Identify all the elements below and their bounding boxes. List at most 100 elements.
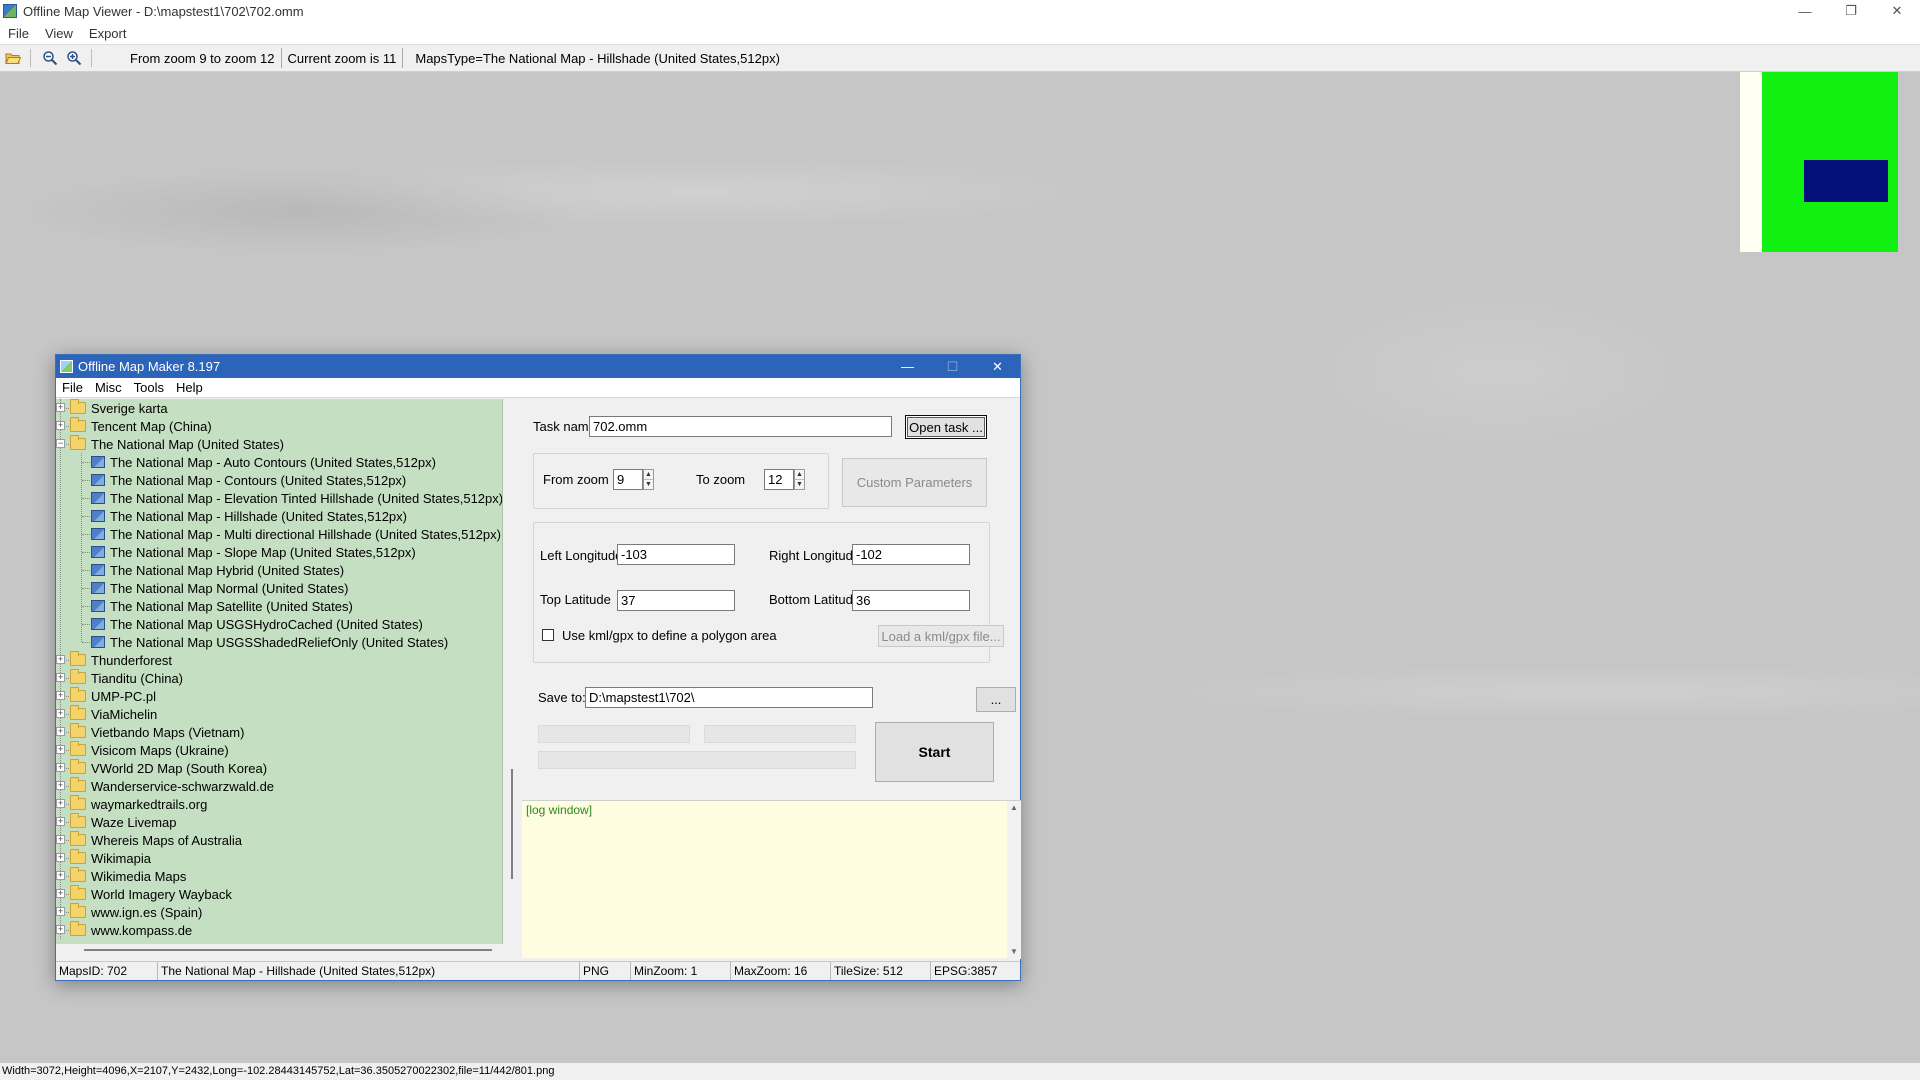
tree-folder-item[interactable]: UMP-PC.pl [70,687,156,705]
tree-folder-item[interactable]: www.kompass.de [70,921,192,939]
tree-map-item[interactable]: The National Map Normal (United States) [91,579,348,597]
dialog-minimize-button[interactable]: — [885,355,930,378]
tree-folder-item[interactable]: ViaMichelin [70,705,157,723]
scroll-up-icon[interactable]: ▲ [1007,801,1021,815]
to-zoom-input[interactable]: 12 [764,469,794,490]
tree-folder-item[interactable]: The National Map (United States) [70,435,284,453]
overview-viewport[interactable] [1804,160,1888,202]
tree-map-item[interactable]: The National Map - Slope Map (United Sta… [91,543,416,561]
dialog-menu-file[interactable]: File [56,380,89,395]
spin-up-icon[interactable]: ▲ [644,470,653,480]
expand-icon[interactable]: + [56,799,65,808]
expand-icon[interactable]: + [56,727,65,736]
restore-button[interactable]: ❐ [1828,0,1874,22]
browse-save-button[interactable]: ... [976,687,1016,712]
log-scrollbar[interactable]: ▲ ▼ [1007,801,1021,959]
left-longitude-input[interactable]: -103 [617,544,735,565]
expand-icon[interactable]: + [56,403,65,412]
dialog-close-button[interactable]: ✕ [975,355,1020,378]
tree-folder-item[interactable]: Waze Livemap [70,813,177,831]
tree-map-item[interactable]: The National Map USGSHydroCached (United… [91,615,423,633]
expand-icon[interactable]: + [56,673,65,682]
zoom-out-button[interactable] [39,47,61,69]
from-zoom-input[interactable]: 9 [613,469,643,490]
close-button[interactable]: ✕ [1874,0,1920,22]
tree-folder-item[interactable]: Tianditu (China) [70,669,183,687]
overview-minimap[interactable] [1740,72,1898,252]
map-layer-icon [91,510,105,522]
expand-icon[interactable]: + [56,763,65,772]
expand-icon[interactable]: + [56,655,65,664]
expand-icon[interactable]: + [56,781,65,790]
bottom-latitude-input[interactable]: 36 [852,590,970,611]
expand-icon[interactable]: + [56,691,65,700]
custom-parameters-button[interactable]: Custom Parameters [842,458,987,507]
start-button[interactable]: Start [875,722,994,782]
expand-icon[interactable]: + [56,421,65,430]
tree-folder-item[interactable]: www.ign.es (Spain) [70,903,202,921]
menu-view[interactable]: View [37,26,81,41]
tree-map-item[interactable]: The National Map - Hillshade (United Sta… [91,507,407,525]
dialog-menu-tools[interactable]: Tools [128,380,170,395]
tree-folder-item[interactable]: Visicom Maps (Ukraine) [70,741,229,759]
task-name-input[interactable]: 702.omm [589,416,892,437]
menu-file[interactable]: File [0,26,37,41]
expand-icon[interactable]: + [56,925,65,934]
tree-horizontal-scrollbar[interactable] [56,944,520,958]
load-kml-button[interactable]: Load a kml/gpx file... [878,625,1004,647]
open-folder-button[interactable] [2,47,24,69]
save-path-input[interactable]: D:\mapstest1\702\ [585,687,873,708]
tree-map-item[interactable]: The National Map USGSShadedReliefOnly (U… [91,633,448,651]
tree-vertical-scrollbar[interactable] [504,399,520,944]
expand-icon[interactable]: + [56,709,65,718]
expand-icon[interactable]: + [56,907,65,916]
right-longitude-input[interactable]: -102 [852,544,970,565]
tree-folder-item[interactable]: Thunderforest [70,651,172,669]
spin-down-icon[interactable]: ▼ [644,480,653,490]
from-zoom-spinner[interactable]: ▲ ▼ [643,469,654,490]
tree-folder-item[interactable]: Wanderservice-schwarzwald.de [70,777,274,795]
top-latitude-input[interactable]: 37 [617,590,735,611]
tree-folder-item[interactable]: VWorld 2D Map (South Korea) [70,759,267,777]
tree-folder-item[interactable]: waymarkedtrails.org [70,795,207,813]
tree-folder-item[interactable]: Vietbando Maps (Vietnam) [70,723,244,741]
window-title-bar[interactable]: Offline Map Viewer - D:\mapstest1\702\70… [0,0,1920,22]
dialog-maximize-button[interactable]: ☐ [930,355,975,378]
spin-up-icon[interactable]: ▲ [795,470,804,480]
expand-icon[interactable]: + [56,817,65,826]
right-longitude-label: Right Longitude [769,548,861,563]
tree-map-item[interactable]: The National Map - Elevation Tinted Hill… [91,489,502,507]
tree-folder-item[interactable]: Tencent Map (China) [70,417,212,435]
scroll-down-icon[interactable]: ▼ [1007,945,1021,959]
to-zoom-spinner[interactable]: ▲ ▼ [794,469,805,490]
expand-icon[interactable]: + [56,889,65,898]
menu-export[interactable]: Export [81,26,135,41]
scrollbar-thumb[interactable] [84,949,492,951]
open-task-button[interactable]: Open task ... [905,415,987,439]
log-window[interactable]: [log window] ▲ ▼ [522,800,1021,959]
tree-folder-item[interactable]: Sverige karta [70,399,168,417]
tree-map-item[interactable]: The National Map - Contours (United Stat… [91,471,406,489]
expand-icon[interactable]: + [56,835,65,844]
tree-map-item[interactable]: The National Map - Auto Contours (United… [91,453,436,471]
kml-polygon-checkbox[interactable] [542,629,554,641]
tree-folder-item[interactable]: World Imagery Wayback [70,885,232,903]
zoom-in-button[interactable] [63,47,85,69]
tree-folder-item[interactable]: Wikimedia Maps [70,867,186,885]
dialog-menu-help[interactable]: Help [170,380,209,395]
tree-folder-item[interactable]: Wikimapia [70,849,151,867]
spin-down-icon[interactable]: ▼ [795,480,804,490]
expand-icon[interactable]: + [56,853,65,862]
tree-map-item[interactable]: The National Map - Multi directional Hil… [91,525,501,543]
minimize-button[interactable]: — [1782,0,1828,22]
collapse-icon[interactable]: − [56,439,65,448]
scrollbar-thumb[interactable] [511,769,513,879]
maps-tree[interactable]: + Sverige karta + Tencent Map (China) − The N… [56,399,503,944]
expand-icon[interactable]: + [56,871,65,880]
dialog-title-bar[interactable]: Offline Map Maker 8.197 — ☐ ✕ [56,355,1020,378]
tree-map-item[interactable]: The National Map Hybrid (United States) [91,561,344,579]
expand-icon[interactable]: + [56,745,65,754]
dialog-menu-misc[interactable]: Misc [89,380,128,395]
tree-map-item[interactable]: The National Map Satellite (United State… [91,597,353,615]
tree-folder-item[interactable]: Whereis Maps of Australia [70,831,242,849]
